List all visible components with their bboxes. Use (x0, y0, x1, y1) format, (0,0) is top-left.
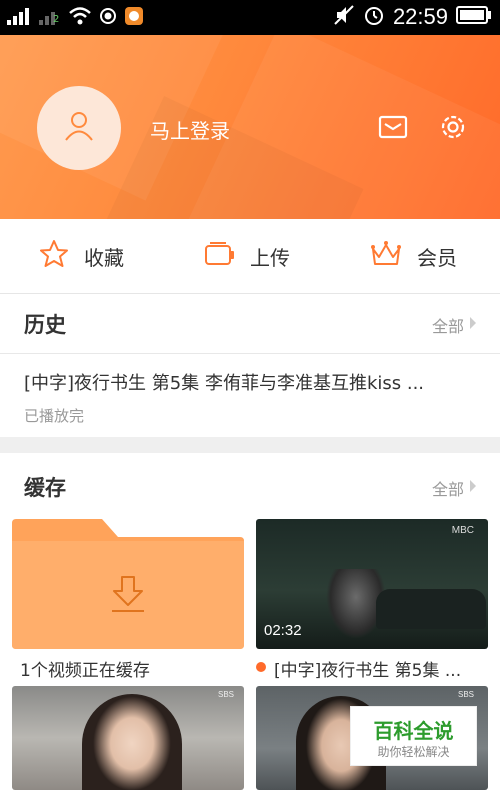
video-thumbnail[interactable]: MBC 02:32 (256, 519, 488, 649)
download-icon (110, 575, 146, 619)
downloading-folder-tile[interactable] (12, 519, 244, 649)
alarm-icon (363, 4, 385, 30)
message-button[interactable] (377, 113, 409, 145)
sim-label: 2 (53, 14, 60, 25)
user-icon (62, 109, 96, 147)
favorites-button[interactable]: 收藏 (38, 219, 124, 293)
history-item-title[interactable]: [中字]夜行书生 第5集 李侑菲与李准基互推kiss ... (24, 369, 479, 395)
chevron-right-icon (468, 478, 478, 498)
cache-all-label: 全部 (431, 480, 464, 499)
upload-icon (204, 238, 236, 275)
gear-icon (438, 112, 468, 146)
history-title: 历史 (24, 313, 66, 337)
unwatched-dot (256, 662, 266, 672)
upload-label: 上传 (250, 245, 290, 270)
cache-all-link[interactable]: 全部 (432, 476, 478, 500)
history-all-label: 全部 (431, 317, 464, 336)
channel-logo: SBS (457, 690, 474, 699)
cache-item-caption[interactable]: [中字]夜行书生 第5集 ... (274, 656, 482, 681)
app-notification-icon (124, 6, 144, 30)
cache-header: 缓存 全部 (0, 456, 500, 516)
star-icon (38, 238, 70, 275)
channel-logo: MBC (451, 525, 474, 536)
login-link[interactable]: 马上登录 (150, 115, 230, 144)
mute-icon (333, 4, 355, 30)
favorites-label: 收藏 (84, 245, 124, 270)
profile-header: 马上登录 (0, 35, 500, 219)
signal-icon (6, 6, 32, 30)
gps-icon (98, 6, 118, 30)
upload-button[interactable]: 上传 (204, 219, 290, 293)
signal-2-icon: 2 (38, 6, 62, 30)
watermark-title: 百科全说 (373, 719, 454, 743)
cache-title: 缓存 (24, 476, 66, 500)
chevron-right-icon (468, 315, 478, 335)
status-bar: 2 22:59 (0, 0, 500, 35)
clock-time: 22:59 (392, 4, 448, 29)
section-gap (0, 437, 500, 453)
history-item-status: 已播放完 (24, 407, 85, 425)
mail-icon (378, 114, 408, 144)
crown-icon (369, 239, 403, 274)
avatar[interactable] (37, 86, 121, 170)
vip-label: 会员 (417, 245, 457, 270)
vip-button[interactable]: 会员 (369, 219, 457, 293)
quick-actions: 收藏 上传 会员 (0, 219, 500, 294)
settings-button[interactable] (437, 113, 469, 145)
battery-icon (456, 5, 492, 29)
history-header: 历史 全部 (0, 293, 500, 353)
channel-logo: SBS (217, 690, 234, 699)
watermark-subtitle: 助你轻松解决 (377, 745, 450, 759)
video-thumbnail[interactable]: SBS (12, 686, 244, 790)
video-duration: 02:32 (264, 622, 302, 639)
watermark-badge: 百科全说 助你轻松解决 (350, 706, 477, 766)
person-portrait (82, 694, 182, 790)
history-all-link[interactable]: 全部 (432, 313, 478, 337)
cache-item-caption: 1个视频正在缓存 (20, 661, 150, 681)
scene-car (376, 589, 486, 629)
wifi-icon (68, 6, 92, 30)
